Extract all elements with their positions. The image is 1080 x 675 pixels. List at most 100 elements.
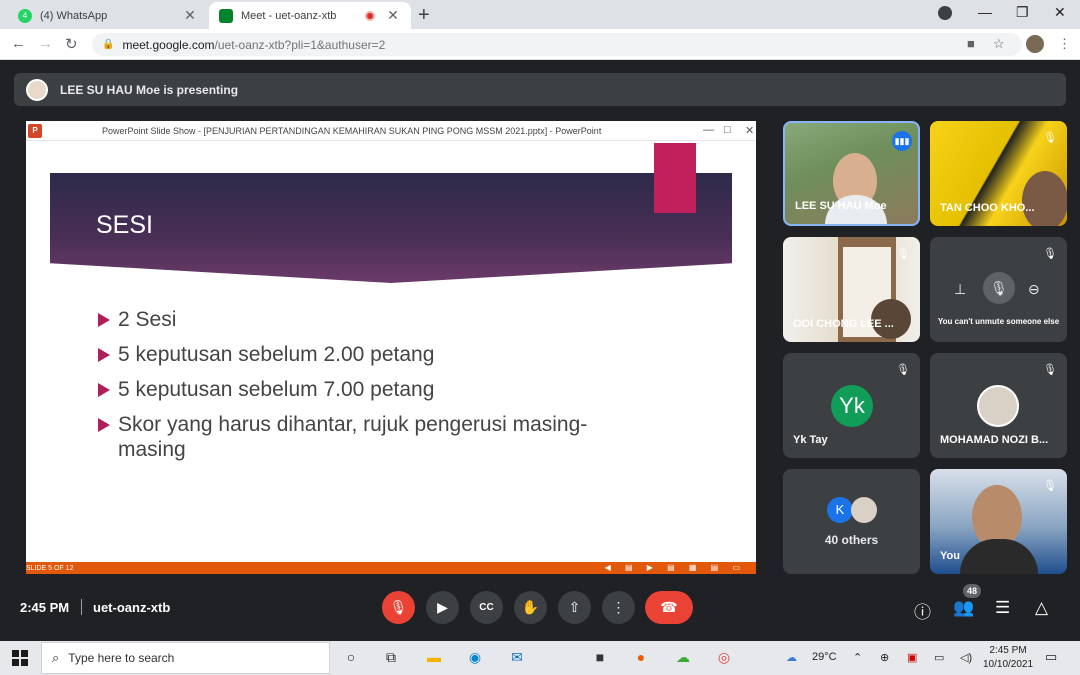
windows-start-icon[interactable] xyxy=(12,650,28,666)
captions-button[interactable]: CC xyxy=(470,591,503,624)
windows-taskbar: ⌕ Type here to search ○ ⧉ ▬ ◉ ✉ ■ ● ☁ ◎ … xyxy=(0,641,1080,675)
search-placeholder: Type here to search xyxy=(68,651,175,665)
bullet-triangle-icon xyxy=(98,313,110,327)
muted-mic-icon: 🎙 xyxy=(896,248,910,260)
avatar: K xyxy=(827,497,853,523)
close-window-icon[interactable]: ✕ xyxy=(1054,4,1066,21)
browser-toolbar: ← → ↻ 🔒 meet.google.com /uet-oanz-xtb?pl… xyxy=(0,29,1080,60)
cortana-icon[interactable]: ○ xyxy=(341,649,361,667)
participant-name: Yk Tay xyxy=(793,434,828,446)
taskbar-clock[interactable]: 2:45 PM 10/10/2021 xyxy=(983,644,1033,672)
minimize-icon[interactable]: — xyxy=(978,4,992,20)
participant-name: MOHAMAD NOZI B... xyxy=(940,434,1049,446)
search-icon: ⌕ xyxy=(52,650,60,665)
muted-mic-icon: 🎙 xyxy=(1043,480,1057,492)
bullet-triangle-icon xyxy=(98,418,110,432)
weather-temp[interactable]: 29°C xyxy=(812,651,837,663)
participant-tile[interactable]: 🎙 OOI CHONG LEE ... xyxy=(783,237,920,342)
muted-mic-icon: 🎙 xyxy=(1043,132,1057,144)
reload-icon[interactable]: ↻ xyxy=(65,35,78,53)
participant-tile[interactable]: 🎙 MOHAMAD NOZI B... xyxy=(930,353,1067,458)
chat-icon[interactable]: ☰ xyxy=(995,598,1010,618)
list-item: Skor yang harus dihantar, rujuk pengerus… xyxy=(98,412,618,462)
more-options-button[interactable]: ⋮ xyxy=(602,591,635,624)
participant-tile[interactable]: ▮▮▮ LEE SU HAU Moe xyxy=(783,121,920,226)
app-icon[interactable]: ☁ xyxy=(673,649,693,667)
slide-statusbar: SLIDE 5 OF 12 ◀ ▤ ▶ ▤ ▦ ▤ ▭ xyxy=(26,562,756,574)
close-tab-icon[interactable]: ✕ xyxy=(182,7,198,24)
edge-icon[interactable]: ◉ xyxy=(465,649,485,667)
avatar: Yk xyxy=(831,385,873,427)
firefox-icon[interactable]: ● xyxy=(631,649,651,667)
new-tab-icon[interactable]: + xyxy=(418,4,430,27)
store-icon[interactable]: ■ xyxy=(590,649,610,667)
forward-icon[interactable]: → xyxy=(38,35,53,52)
speaking-indicator-icon: ▮▮▮ xyxy=(892,131,912,151)
address-bar[interactable]: 🔒 meet.google.com /uet-oanz-xtb?pli=1&au… xyxy=(92,33,1022,56)
self-tile[interactable]: 🎙 You xyxy=(930,469,1067,574)
security-icon[interactable]: ▣ xyxy=(907,651,917,664)
tab-meet[interactable]: Meet - uet-oanz-xtb ✕ xyxy=(209,2,411,29)
tab-whatsapp[interactable]: 4 (4) WhatsApp ✕ xyxy=(8,2,208,29)
chevron-up-icon[interactable]: ⌃ xyxy=(853,651,862,664)
presenting-text: LEE SU HAU Moe is presenting xyxy=(60,82,239,97)
notifications-icon[interactable]: ▭ xyxy=(1045,649,1057,665)
muted-mic-icon: 🎙 xyxy=(1043,364,1057,376)
participant-tile[interactable]: 🎙 TAN CHOO KHO... xyxy=(930,121,1067,226)
task-view-icon[interactable]: ⧉ xyxy=(381,649,401,667)
close-tab-icon[interactable]: ✕ xyxy=(385,7,401,24)
meet-icon xyxy=(219,8,233,23)
shared-screen: P PowerPoint Slide Show - [PENJURIAN PER… xyxy=(26,121,756,574)
network-icon[interactable]: ⊕ xyxy=(880,651,889,664)
volume-icon[interactable]: ◁) xyxy=(960,651,972,664)
powerpoint-titlebar: P PowerPoint Slide Show - [PENJURIAN PER… xyxy=(26,121,756,141)
whatsapp-icon: 4 xyxy=(18,8,32,23)
participant-name: You xyxy=(940,550,960,562)
url-path: /uet-oanz-xtb?pli=1&authuser=2 xyxy=(214,37,386,52)
mute-participant-icon[interactable]: 🎙 xyxy=(983,272,1015,304)
profile-avatar[interactable] xyxy=(1026,35,1044,53)
bookmark-star-icon[interactable]: ☆ xyxy=(993,36,1005,52)
taskbar-search-input[interactable]: ⌕ Type here to search xyxy=(41,642,330,674)
taskbar-time: 2:45 PM xyxy=(989,645,1027,656)
remove-icon[interactable]: ⊖ xyxy=(1028,281,1040,298)
back-icon[interactable]: ← xyxy=(11,35,26,52)
tab-search-icon[interactable] xyxy=(938,6,952,20)
camera-icon[interactable]: ■ xyxy=(967,36,975,51)
mic-toggle-button[interactable]: 🎙 xyxy=(382,591,415,624)
list-item: 5 keputusan sebelum 7.00 petang xyxy=(98,377,618,402)
presenter-avatar xyxy=(26,78,48,101)
powerpoint-window-title: PowerPoint Slide Show - [PENJURIAN PERTA… xyxy=(102,125,602,136)
others-tile[interactable]: K 40 others xyxy=(783,469,920,574)
end-call-button[interactable]: ☎ xyxy=(645,591,693,624)
tab-title: (4) WhatsApp xyxy=(40,9,108,22)
participant-tile[interactable]: 🎙 ⊥ 🎙 ⊖ You can't unmute someone else xyxy=(930,237,1067,342)
bullet-triangle-icon xyxy=(98,383,110,397)
activities-icon[interactable]: △ xyxy=(1035,598,1048,618)
slide-accent xyxy=(654,143,696,213)
meeting-code: uet-oanz-xtb xyxy=(93,600,171,615)
self-video xyxy=(960,539,1038,574)
raise-hand-button[interactable]: ✋ xyxy=(514,591,547,624)
list-item: 2 Sesi xyxy=(98,307,618,332)
others-count: 40 others xyxy=(824,533,879,547)
list-item: 5 keputusan sebelum 2.00 petang xyxy=(98,342,618,367)
info-icon[interactable]: ⓘ xyxy=(914,598,931,623)
restore-icon[interactable]: ❐ xyxy=(1016,4,1029,21)
present-button[interactable]: ⇧ xyxy=(558,591,591,624)
recording-icon xyxy=(365,10,375,21)
battery-icon[interactable]: ▭ xyxy=(934,651,944,664)
people-icon[interactable]: 👥 xyxy=(953,598,974,618)
powerpoint-icon: P xyxy=(28,123,42,138)
chrome-icon[interactable]: ◎ xyxy=(714,649,734,667)
participant-video xyxy=(1022,171,1067,226)
participant-tile[interactable]: 🎙 Yk Yk Tay xyxy=(783,353,920,458)
mail-icon[interactable]: ✉ xyxy=(507,649,527,667)
menu-icon[interactable]: ⋮ xyxy=(1058,36,1071,52)
participant-count-badge: 48 xyxy=(963,584,981,598)
tooltip-text: You can't unmute someone else xyxy=(937,317,1060,326)
avatar xyxy=(977,385,1019,427)
pin-icon[interactable]: ⊥ xyxy=(954,281,966,298)
file-explorer-icon[interactable]: ▬ xyxy=(424,649,444,667)
camera-toggle-button[interactable]: ▶ xyxy=(426,591,459,624)
